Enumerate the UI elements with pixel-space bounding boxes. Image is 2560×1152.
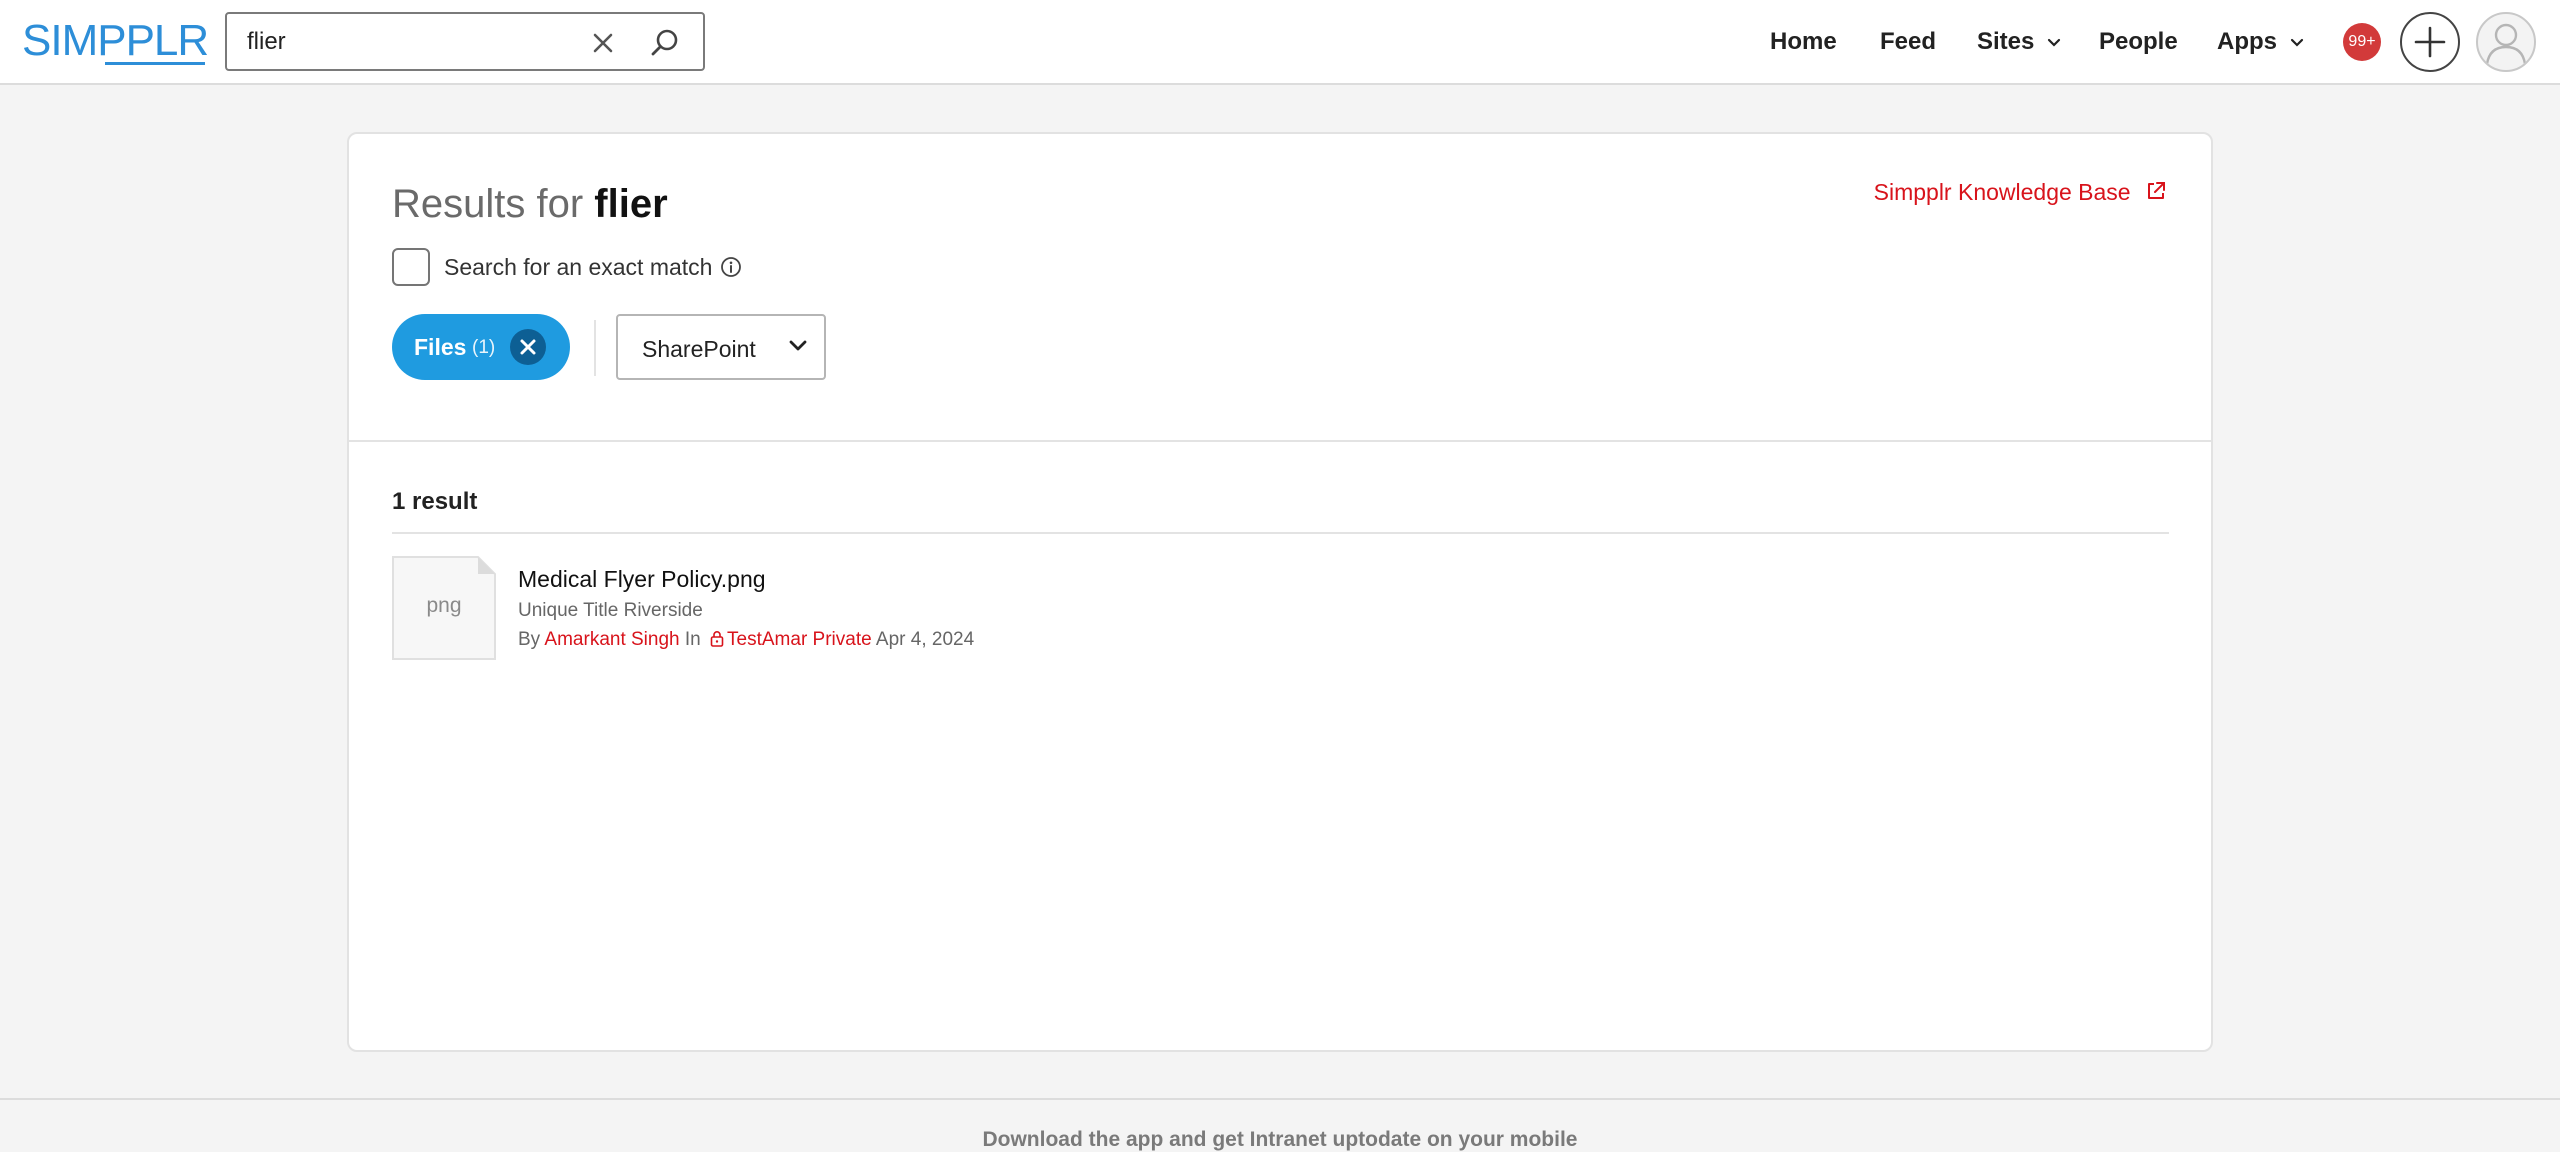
knowledge-base-link[interactable]: Simpplr Knowledge Base [1874,179,2167,206]
results-divider [392,532,2169,534]
result-date: Apr 4, 2024 [875,629,975,650]
logo-underline [105,62,205,65]
info-icon[interactable] [720,256,742,278]
files-filter-chip[interactable]: Files (1) [392,314,570,380]
section-divider [349,440,2211,442]
in-label: In [684,629,701,650]
plus-icon [2414,26,2446,58]
site-link[interactable]: TestAmar Private [727,629,872,650]
user-icon [2485,23,2527,65]
simpplr-logo[interactable]: SIMPPLR [22,16,209,68]
lock-icon [710,631,724,647]
knowledge-base-link-label: Simpplr Knowledge Base [1873,179,2131,205]
results-count: 1 result [392,488,478,515]
clear-search-icon[interactable] [588,28,618,58]
search-icon[interactable] [649,27,681,59]
exact-match-checkbox[interactable] [392,248,430,286]
source-select-value: SharePoint [642,336,756,362]
files-filter-label: Files [414,334,467,360]
remove-filter-button[interactable] [510,329,546,365]
nav-apps-label: Apps [2217,28,2277,55]
notifications-badge[interactable]: 99+ [2343,23,2381,61]
result-item: png Medical Flyer Policy.png Unique Titl… [392,556,1392,666]
exact-match-label[interactable]: Search for an exact match [444,254,712,281]
file-extension: png [426,594,462,617]
results-query: flier [594,182,668,226]
search-box [225,12,705,71]
top-navigation-bar: SIMPPLR Home Feed Sites People Apps 99+ [0,0,2560,85]
chevron-down-icon [2047,38,2061,47]
files-filter-count: (1) [472,337,496,358]
chevron-down-icon [789,340,807,351]
user-avatar[interactable] [2476,12,2536,72]
file-type-thumbnail[interactable]: png [392,556,496,660]
nav-feed[interactable]: Feed [1880,27,1936,57]
footer-divider [0,1098,2560,1100]
source-select[interactable]: SharePoint [616,314,826,380]
search-results-card: Results for flier Simpplr Knowledge Base… [347,132,2213,1052]
nav-sites-label: Sites [1977,28,2035,55]
nav-apps[interactable]: Apps [2217,27,2304,57]
footer-app-download-text: Download the app and get Intranet uptoda… [982,1128,1578,1151]
by-label: By [518,629,541,650]
nav-home[interactable]: Home [1770,27,1837,57]
chevron-down-icon [2290,38,2303,47]
exact-match-row: Search for an exact match [392,248,742,286]
nav-sites[interactable]: Sites [1977,27,2061,57]
close-icon [520,339,536,355]
result-title[interactable]: Medical Flyer Policy.png [518,566,766,593]
result-subtitle: Unique Title Riverside [518,600,703,621]
nav-people[interactable]: People [2099,27,2178,57]
results-heading-prefix: Results for [392,182,584,226]
external-link-icon [2148,182,2165,199]
create-button[interactable] [2400,12,2460,72]
result-meta: By Amarkant Singh In TestAmar Private Ap… [518,629,974,651]
author-link[interactable]: Amarkant Singh [544,629,679,650]
filter-divider [594,320,596,376]
logo-text: SIMPPLR [22,16,209,65]
search-input[interactable] [247,26,577,58]
results-heading: Results for flier [392,182,668,227]
